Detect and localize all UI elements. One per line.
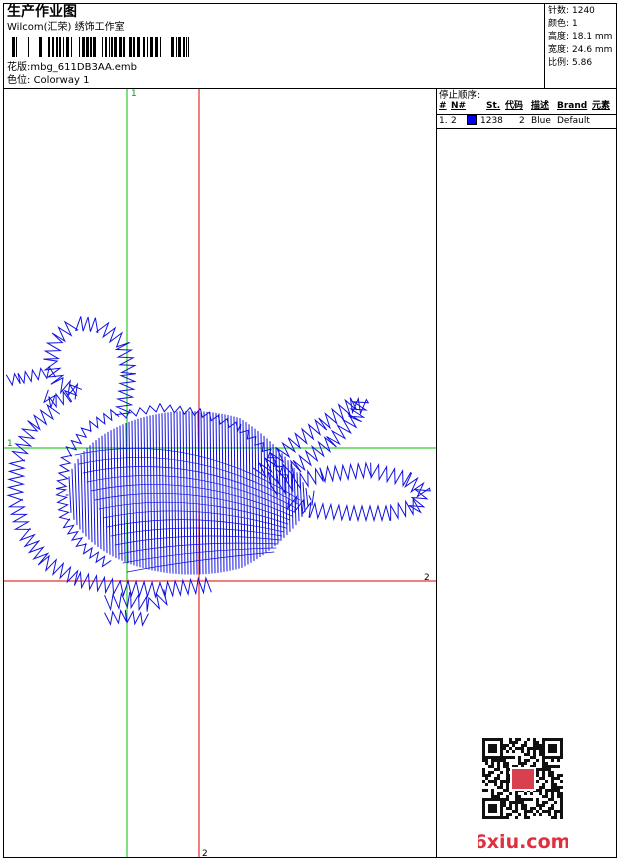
guide-label-red-h: 2 — [424, 573, 430, 583]
guide-label-red-v: 2 — [202, 849, 208, 859]
qr-code-watermark: 6xiu.com — [478, 738, 568, 853]
swan-embroidery — [6, 316, 431, 627]
embroidery-design: 1 1 2 2 — [4, 89, 436, 859]
guide-label-green-h: 1 — [7, 439, 13, 449]
seal-stamp — [510, 767, 536, 791]
guide-label-green-v: 1 — [131, 89, 137, 99]
neck-zigzag — [43, 316, 137, 416]
production-worksheet: 生产作业图 Wilcom(汇荣) 绣饰工作室 花版:mbg_611DB3AA.e… — [0, 0, 620, 860]
watermark-text: 6xiu.com — [478, 831, 568, 853]
